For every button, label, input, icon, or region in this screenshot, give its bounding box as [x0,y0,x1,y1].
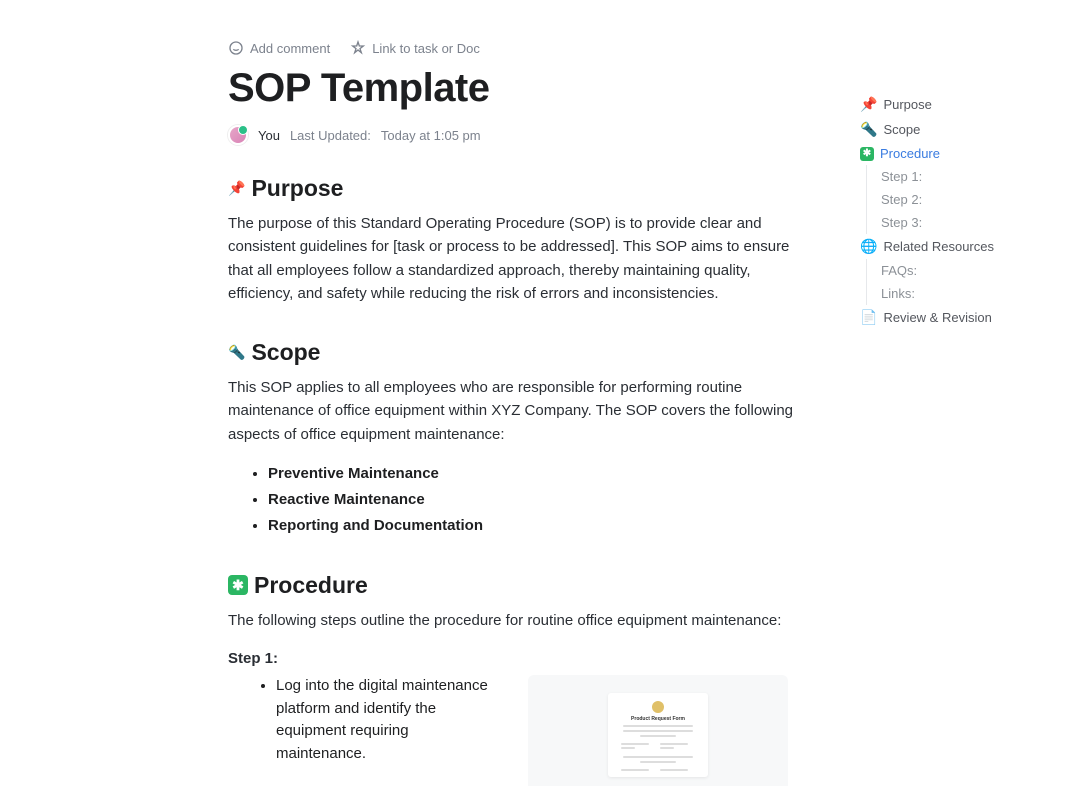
outline-label: Review & Revision [883,310,991,325]
scope-heading: 🔦 Scope [228,339,800,366]
outline-item-step1[interactable]: Step 1: [881,165,1060,188]
outline-label: Related Resources [883,239,994,254]
add-comment-button[interactable]: Add comment [228,40,330,56]
procedure-heading: ✱ Procedure [228,572,800,599]
avatar[interactable] [228,125,248,145]
outline-label: Links: [881,286,915,301]
outline-label: Scope [883,122,920,137]
meta-row: You Last Updated: Today at 1:05 pm [228,125,800,145]
outline-item-related[interactable]: 🌐 Related Resources [860,234,1060,259]
outline-item-links[interactable]: Links: [881,282,1060,305]
outline-subgroup-related: FAQs: Links: [866,259,1060,305]
outline-item-faqs[interactable]: FAQs: [881,259,1060,282]
embed-placeholder-line [621,743,649,745]
link-task-label: Link to task or Doc [372,41,480,56]
outline-label: Procedure [880,146,940,161]
list-item: Preventive Maintenance [268,462,800,486]
last-updated-label: Last Updated: [290,128,371,143]
embed-title: Product Request Form [631,716,685,722]
embedded-form-preview[interactable]: Product Request Form [528,675,788,786]
embed-placeholder-line [623,730,693,732]
purpose-heading: 📌 Purpose [228,175,800,202]
section-procedure: ✱ Procedure The following steps outline … [228,572,800,786]
toolbar: Add comment Link to task or Doc [228,40,800,56]
link-task-button[interactable]: Link to task or Doc [350,40,480,56]
step1-text-col: Log into the digital maintenance platfor… [228,675,488,767]
outline-item-purpose[interactable]: 📌 Purpose [860,92,1060,117]
embed-placeholder-line [660,747,674,749]
scope-list: Preventive Maintenance Reactive Maintena… [228,462,800,538]
procedure-heading-text: Procedure [254,572,368,599]
embed-card: Product Request Form [608,693,708,777]
globe-icon: 🌐 [860,238,877,255]
embed-placeholder-line [621,769,649,771]
document-icon: 📄 [860,309,877,326]
embed-placeholder-line [660,743,688,745]
flashlight-icon: 🔦 [860,121,877,138]
scope-body: This SOP applies to all employees who ar… [228,376,800,446]
comment-icon [228,40,244,56]
outline-item-scope[interactable]: 🔦 Scope [860,117,1060,142]
step1-row: Log into the digital maintenance platfor… [228,675,800,786]
embed-placeholder-line [660,769,688,771]
author-you: You [258,128,280,143]
outline-item-step2[interactable]: Step 2: [881,188,1060,211]
section-purpose: 📌 Purpose The purpose of this Standard O… [228,175,800,305]
embed-placeholder-line [640,761,675,763]
asterisk-icon: ✱ [860,147,874,161]
step1-text: Log into the digital maintenance platfor… [276,675,488,765]
section-scope: 🔦 Scope This SOP applies to all employee… [228,339,800,538]
embed-avatar-icon [652,701,664,713]
asterisk-icon: ✱ [228,575,248,595]
purpose-body: The purpose of this Standard Operating P… [228,212,800,305]
pushpin-icon: 📌 [860,96,877,113]
outline-label: Step 2: [881,192,922,207]
list-item: Reporting and Documentation [268,514,800,538]
procedure-body: The following steps outline the procedur… [228,609,800,632]
pushpin-icon: 📌 [228,180,245,197]
step1-heading: Step 1: [228,650,800,667]
embed-placeholder-line [623,756,693,758]
embed-placeholder-line [621,747,635,749]
purpose-heading-text: Purpose [251,175,343,202]
scope-heading-text: Scope [251,339,320,366]
embed-placeholder-line [640,735,675,737]
outline-item-procedure[interactable]: ✱ Procedure [860,142,1060,165]
embed-placeholder-line [623,725,693,727]
last-updated-value: Today at 1:05 pm [381,128,481,143]
outline-item-review[interactable]: 📄 Review & Revision [860,305,1060,330]
list-item: Reactive Maintenance [268,488,800,512]
outline-label: Step 1: [881,169,922,184]
page-title: SOP Template [228,66,800,111]
outline-sidebar: 📌 Purpose 🔦 Scope ✱ Procedure Step 1: St… [860,0,1080,786]
add-comment-label: Add comment [250,41,330,56]
outline-item-step3[interactable]: Step 3: [881,211,1060,234]
outline-subgroup-procedure: Step 1: Step 2: Step 3: [866,165,1060,234]
flashlight-icon: 🔦 [228,344,245,361]
link-icon [350,40,366,56]
outline-label: FAQs: [881,263,917,278]
outline-label: Step 3: [881,215,922,230]
outline-label: Purpose [883,97,931,112]
main-content: Add comment Link to task or Doc SOP Temp… [0,0,860,786]
